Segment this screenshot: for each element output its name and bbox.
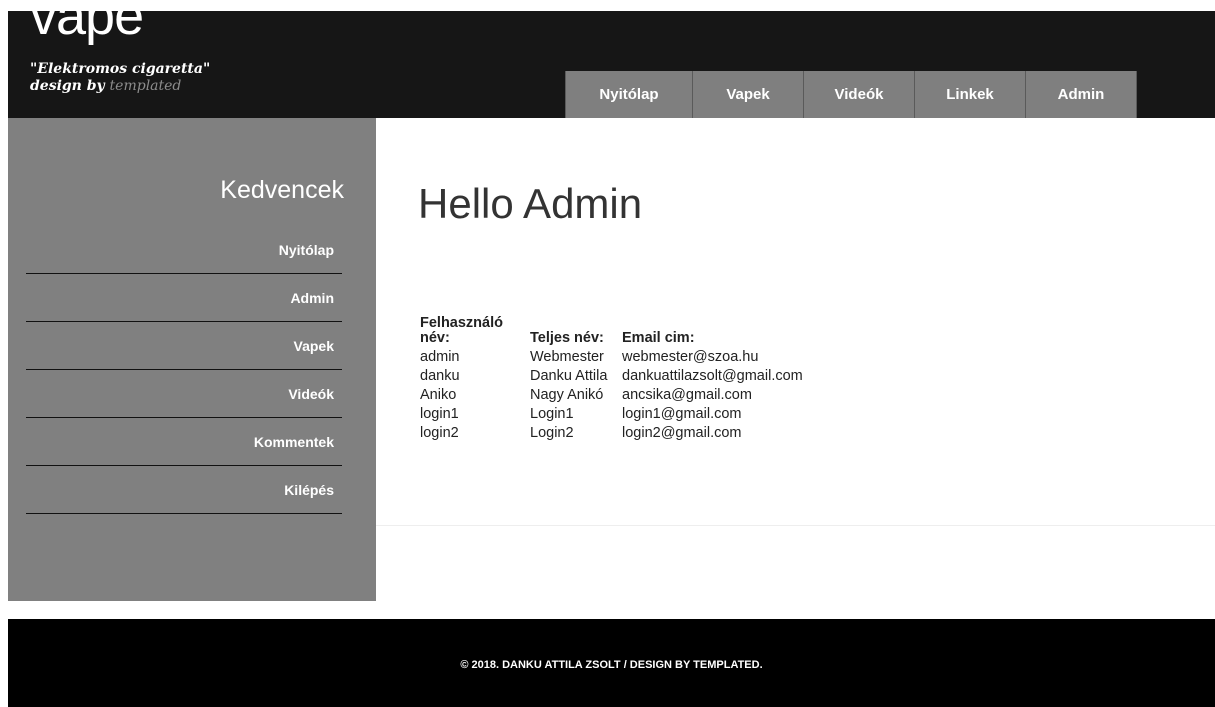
sidebar-item-admin: Admin — [26, 274, 342, 322]
table-row: login2 Login2 login2@gmail.com — [420, 424, 807, 443]
table-row: danku Danku Attila dankuattilazsolt@gmai… — [420, 367, 807, 386]
cell-email: login2@gmail.com — [622, 425, 742, 441]
cell-email: webmester@szoa.hu — [622, 349, 759, 365]
sidebar-item-kilepes: Kilépés — [26, 466, 342, 514]
site-logo[interactable]: vape — [30, 11, 144, 43]
cell-username: login2 — [420, 425, 459, 441]
main-content: Hello Admin Felhasználó név: Teljes név:… — [376, 118, 1215, 601]
sidebar-title: Kedvencek — [220, 176, 344, 204]
sidebar-link-nyitolap[interactable]: Nyitólap — [279, 242, 334, 258]
cell-username: login1 — [420, 406, 459, 422]
sidebar-item-nyitolap: Nyitólap — [26, 226, 342, 274]
cell-fullname: Login1 — [530, 406, 574, 422]
cell-fullname: Nagy Anikó — [530, 387, 604, 403]
sidebar-item-kommentek: Kommentek — [26, 418, 342, 466]
cell-fullname: Login2 — [530, 425, 574, 441]
table-row: login1 Login1 login1@gmail.com — [420, 405, 807, 424]
sidebar-link-vapek[interactable]: Vapek — [294, 338, 334, 354]
top-nav: Nyitólap Vapek Videók Linkek Admin — [565, 71, 1137, 118]
designer-link[interactable]: templated — [110, 78, 182, 94]
cell-email: dankuattilazsolt@gmail.com — [622, 368, 803, 384]
users-table: Felhasználó név: Teljes név: Email cim: … — [420, 316, 807, 443]
page-title: Hello Admin — [418, 180, 643, 227]
cell-username: danku — [420, 368, 460, 384]
design-credit: design by templated — [30, 78, 210, 95]
table-row: admin Webmester webmester@szoa.hu — [420, 348, 807, 367]
sidebar-link-kommentek[interactable]: Kommentek — [254, 434, 334, 450]
cell-fullname: Danku Attila — [530, 368, 608, 384]
nav-item-nyitolap[interactable]: Nyitólap — [566, 71, 692, 118]
cell-email: login1@gmail.com — [622, 406, 742, 422]
nav-item-admin[interactable]: Admin — [1026, 71, 1136, 118]
sidebar-link-admin[interactable]: Admin — [290, 290, 334, 306]
header-email: Email cim: — [622, 330, 695, 346]
cell-username: admin — [420, 349, 460, 365]
content-divider — [376, 525, 1215, 526]
cell-fullname: Webmester — [530, 349, 604, 365]
site-header: vape "Elektromos cigaretta" design by te… — [8, 11, 1215, 118]
header-username: Felhasználó név: — [420, 316, 530, 348]
sidebar-item-vapek: Vapek — [26, 322, 342, 370]
nav-item-videok[interactable]: Videók — [804, 71, 914, 118]
header-username-line2: név: — [420, 330, 450, 346]
sidebar-item-videok: Videók — [26, 370, 342, 418]
header-username-line1: Felhasználó — [420, 315, 503, 331]
site-footer: © 2018. DANKU ATTILA ZSOLT / DESIGN BY T… — [8, 619, 1215, 707]
table-header-row: Felhasználó név: Teljes név: Email cim: — [420, 316, 807, 348]
design-by-label: design by — [30, 78, 105, 94]
footer-copyright: © 2018. DANKU ATTILA ZSOLT / DESIGN BY T… — [460, 659, 763, 671]
sidebar-link-kilepes[interactable]: Kilépés — [284, 482, 334, 498]
nav-item-vapek[interactable]: Vapek — [693, 71, 803, 118]
table-row: Aniko Nagy Anikó ancsika@gmail.com — [420, 386, 807, 405]
cell-username: Aniko — [420, 387, 457, 403]
site-tagline: "Elektromos cigaretta" design by templat… — [30, 61, 210, 95]
tagline-text: "Elektromos cigaretta" — [30, 61, 211, 77]
nav-item-linkek[interactable]: Linkek — [915, 71, 1025, 118]
header-fullname: Teljes név: — [530, 330, 604, 346]
sidebar-menu: Nyitólap Admin Vapek Videók Kommentek Ki… — [26, 226, 342, 514]
sidebar-link-videok[interactable]: Videók — [288, 386, 334, 402]
sidebar: Kedvencek Nyitólap Admin Vapek Videók Ko… — [8, 118, 376, 601]
cell-email: ancsika@gmail.com — [622, 387, 752, 403]
